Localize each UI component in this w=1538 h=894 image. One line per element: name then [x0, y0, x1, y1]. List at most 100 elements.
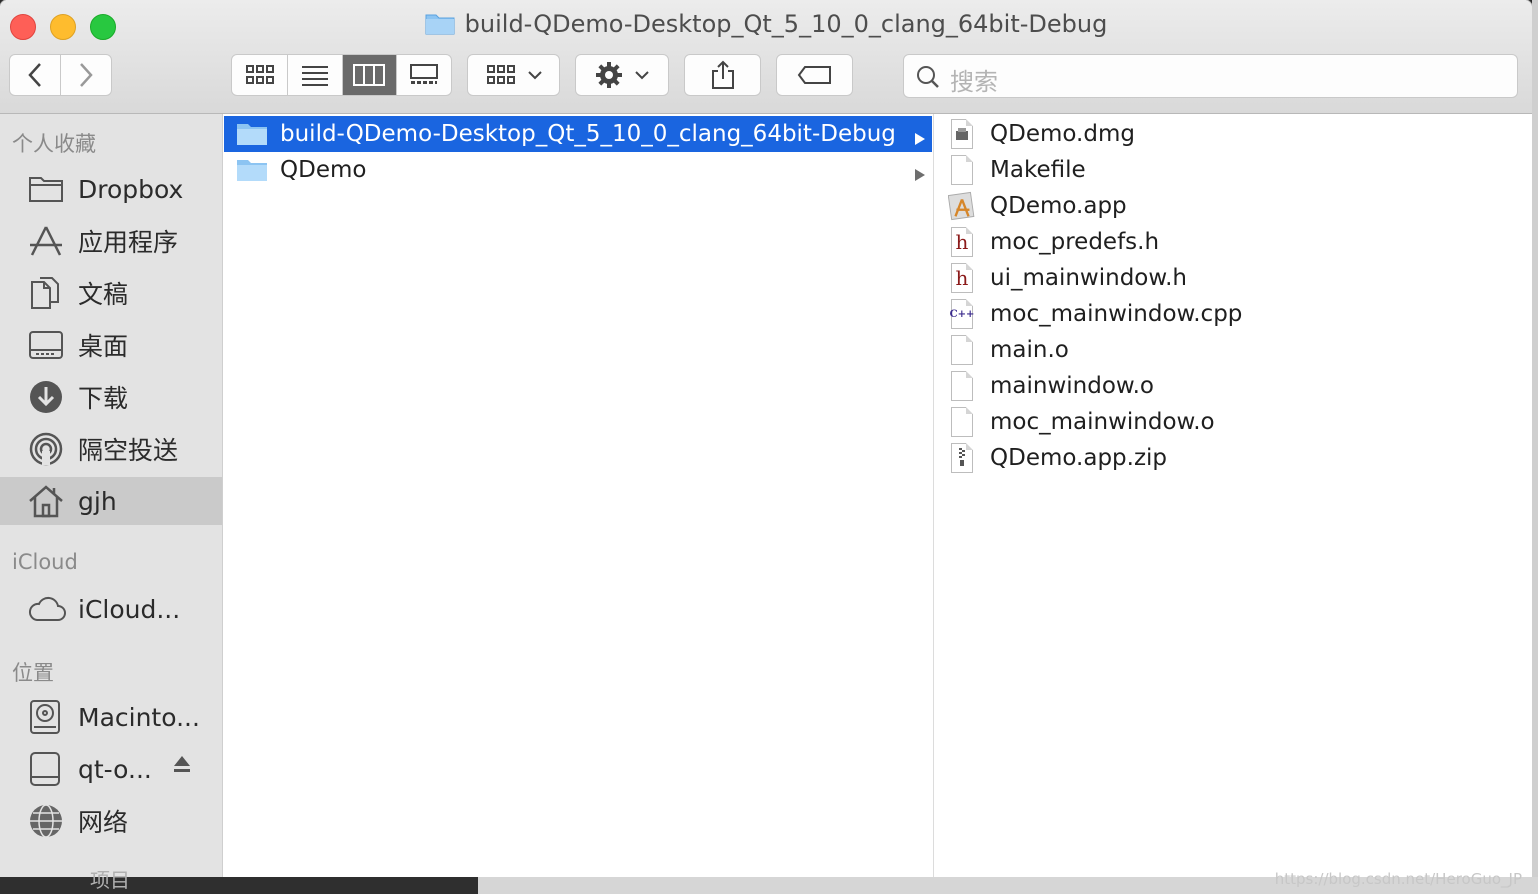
sidebar-item-label: 网络 [78, 808, 129, 837]
folder-icon [28, 170, 68, 208]
list-item-file[interactable]: QDemo.app [934, 188, 1532, 224]
column-1: build-QDemo-Desktop_Qt_5_10_0_clang_64bi… [224, 114, 934, 877]
zip-icon [948, 442, 976, 474]
search-placeholder: 搜索 [950, 68, 998, 96]
cloud-icon [28, 590, 68, 628]
chevron-down-icon [527, 71, 542, 80]
file-name: Makefile [990, 157, 1086, 183]
finder-window: build-QDemo-Desktop_Qt_5_10_0_clang_64bi… [0, 0, 1532, 877]
list-item-file[interactable]: QDemo.app.zip [934, 440, 1532, 476]
group-by-button[interactable] [467, 54, 560, 96]
header-file-icon: h [948, 262, 976, 294]
sidebar-item-label: 文稿 [78, 280, 129, 309]
sidebar-item-documents[interactable]: 文稿 [0, 269, 222, 317]
list-item-file[interactable]: h moc_predefs.h [934, 224, 1532, 260]
list-view-icon [302, 66, 329, 86]
list-item-file[interactable]: Makefile [934, 152, 1532, 188]
documents-icon [28, 274, 68, 312]
search-field[interactable]: 搜索 [903, 54, 1518, 98]
disclosure-arrow-icon [914, 162, 926, 188]
chevron-left-icon [28, 63, 41, 87]
file-name: moc_predefs.h [990, 229, 1160, 255]
file-name: QDemo.app.zip [990, 445, 1168, 471]
download-icon [28, 378, 68, 416]
sidebar-item-icloud[interactable]: iCloud... [0, 585, 222, 633]
file-name: moc_mainwindow.cpp [990, 301, 1243, 327]
share-icon [711, 60, 734, 89]
gear-icon [596, 62, 622, 88]
disclosure-arrow-icon [914, 126, 926, 152]
file-name: main.o [990, 337, 1069, 363]
app-icon [948, 190, 976, 222]
dmg-icon [948, 118, 976, 150]
tags-button[interactable] [776, 54, 853, 96]
column-view-icon [353, 64, 386, 86]
search-icon [917, 66, 939, 88]
sidebar-heading-favorites: 个人收藏 [12, 132, 96, 156]
file-icon [948, 334, 976, 366]
sidebar-item-label: Dropbox [78, 174, 184, 204]
window-title: build-QDemo-Desktop_Qt_5_10_0_clang_64bi… [0, 10, 1532, 41]
sidebar-item-label: qt-o... [78, 754, 152, 784]
home-icon [28, 482, 68, 520]
sidebar-item-label: 隔空投送 [78, 436, 179, 465]
sidebar-item-airdrop[interactable]: 隔空投送 [0, 425, 222, 473]
sidebar-item-label: Macinto... [78, 702, 200, 732]
disk-icon [28, 750, 68, 788]
sidebar-item-home[interactable]: gjh [0, 477, 222, 525]
sidebar-item-downloads[interactable]: 下载 [0, 373, 222, 421]
sidebar: 个人收藏 Dropbox 应用程序 文稿 桌面 下载 隔空投送 gjh iClo… [0, 114, 223, 877]
sidebar-item-network[interactable]: 网络 [0, 797, 222, 845]
file-name: QDemo.app [990, 193, 1127, 219]
file-icon [948, 154, 976, 186]
eject-icon[interactable] [172, 753, 192, 782]
file-icon [948, 406, 976, 438]
list-view-button[interactable] [288, 55, 343, 95]
sidebar-item-label: 下载 [78, 384, 129, 413]
sidebar-item-macintosh-hd[interactable]: Macinto... [0, 693, 222, 741]
chevron-down-icon [635, 71, 649, 80]
gallery-view-icon [409, 64, 438, 84]
folder-name: QDemo [280, 157, 367, 183]
applications-icon [28, 222, 68, 260]
list-item-file[interactable]: QDemo.dmg [934, 116, 1532, 152]
folder-name: build-QDemo-Desktop_Qt_5_10_0_clang_64bi… [280, 121, 896, 147]
list-item-folder[interactable]: QDemo [224, 152, 932, 188]
gallery-view-button[interactable] [397, 55, 452, 95]
file-icon [948, 370, 976, 402]
nav-buttons [9, 54, 112, 96]
desktop-icon [28, 326, 68, 364]
list-item-file[interactable]: mainwindow.o [934, 368, 1532, 404]
folder-icon [236, 121, 268, 147]
sidebar-item-disk-image[interactable]: qt-o... [0, 745, 222, 793]
icon-view-icon [245, 65, 274, 84]
folder-icon [425, 11, 455, 41]
view-mode-control [231, 54, 452, 96]
action-button[interactable] [575, 54, 669, 96]
network-icon [28, 802, 68, 840]
forward-button[interactable] [61, 55, 112, 95]
file-name: ui_mainwindow.h [990, 265, 1187, 291]
back-button[interactable] [10, 55, 61, 95]
file-name: QDemo.dmg [990, 121, 1135, 147]
sidebar-item-desktop[interactable]: 桌面 [0, 321, 222, 369]
sidebar-heading-icloud: iCloud [12, 550, 78, 574]
hard-drive-icon [28, 698, 68, 736]
sidebar-item-label: 应用程序 [78, 228, 179, 257]
background-window-edge [1532, 0, 1538, 877]
background-app-strip [0, 877, 478, 894]
file-name: moc_mainwindow.o [990, 409, 1215, 435]
airdrop-icon [28, 430, 68, 468]
list-item-folder[interactable]: build-QDemo-Desktop_Qt_5_10_0_clang_64bi… [224, 116, 932, 152]
list-item-file[interactable]: h ui_mainwindow.h [934, 260, 1532, 296]
column-2: QDemo.dmg Makefile QDemo.app h moc_prede… [934, 114, 1532, 877]
icon-view-button[interactable] [232, 55, 289, 95]
sidebar-item-applications[interactable]: 应用程序 [0, 217, 222, 265]
list-item-file[interactable]: moc_mainwindow.o [934, 404, 1532, 440]
share-button[interactable] [684, 54, 761, 96]
sidebar-item-label: iCloud... [78, 594, 181, 624]
list-item-file[interactable]: main.o [934, 332, 1532, 368]
list-item-file[interactable]: C++ moc_mainwindow.cpp [934, 296, 1532, 332]
sidebar-item-dropbox[interactable]: Dropbox [0, 165, 222, 213]
column-view-button[interactable] [342, 55, 397, 95]
